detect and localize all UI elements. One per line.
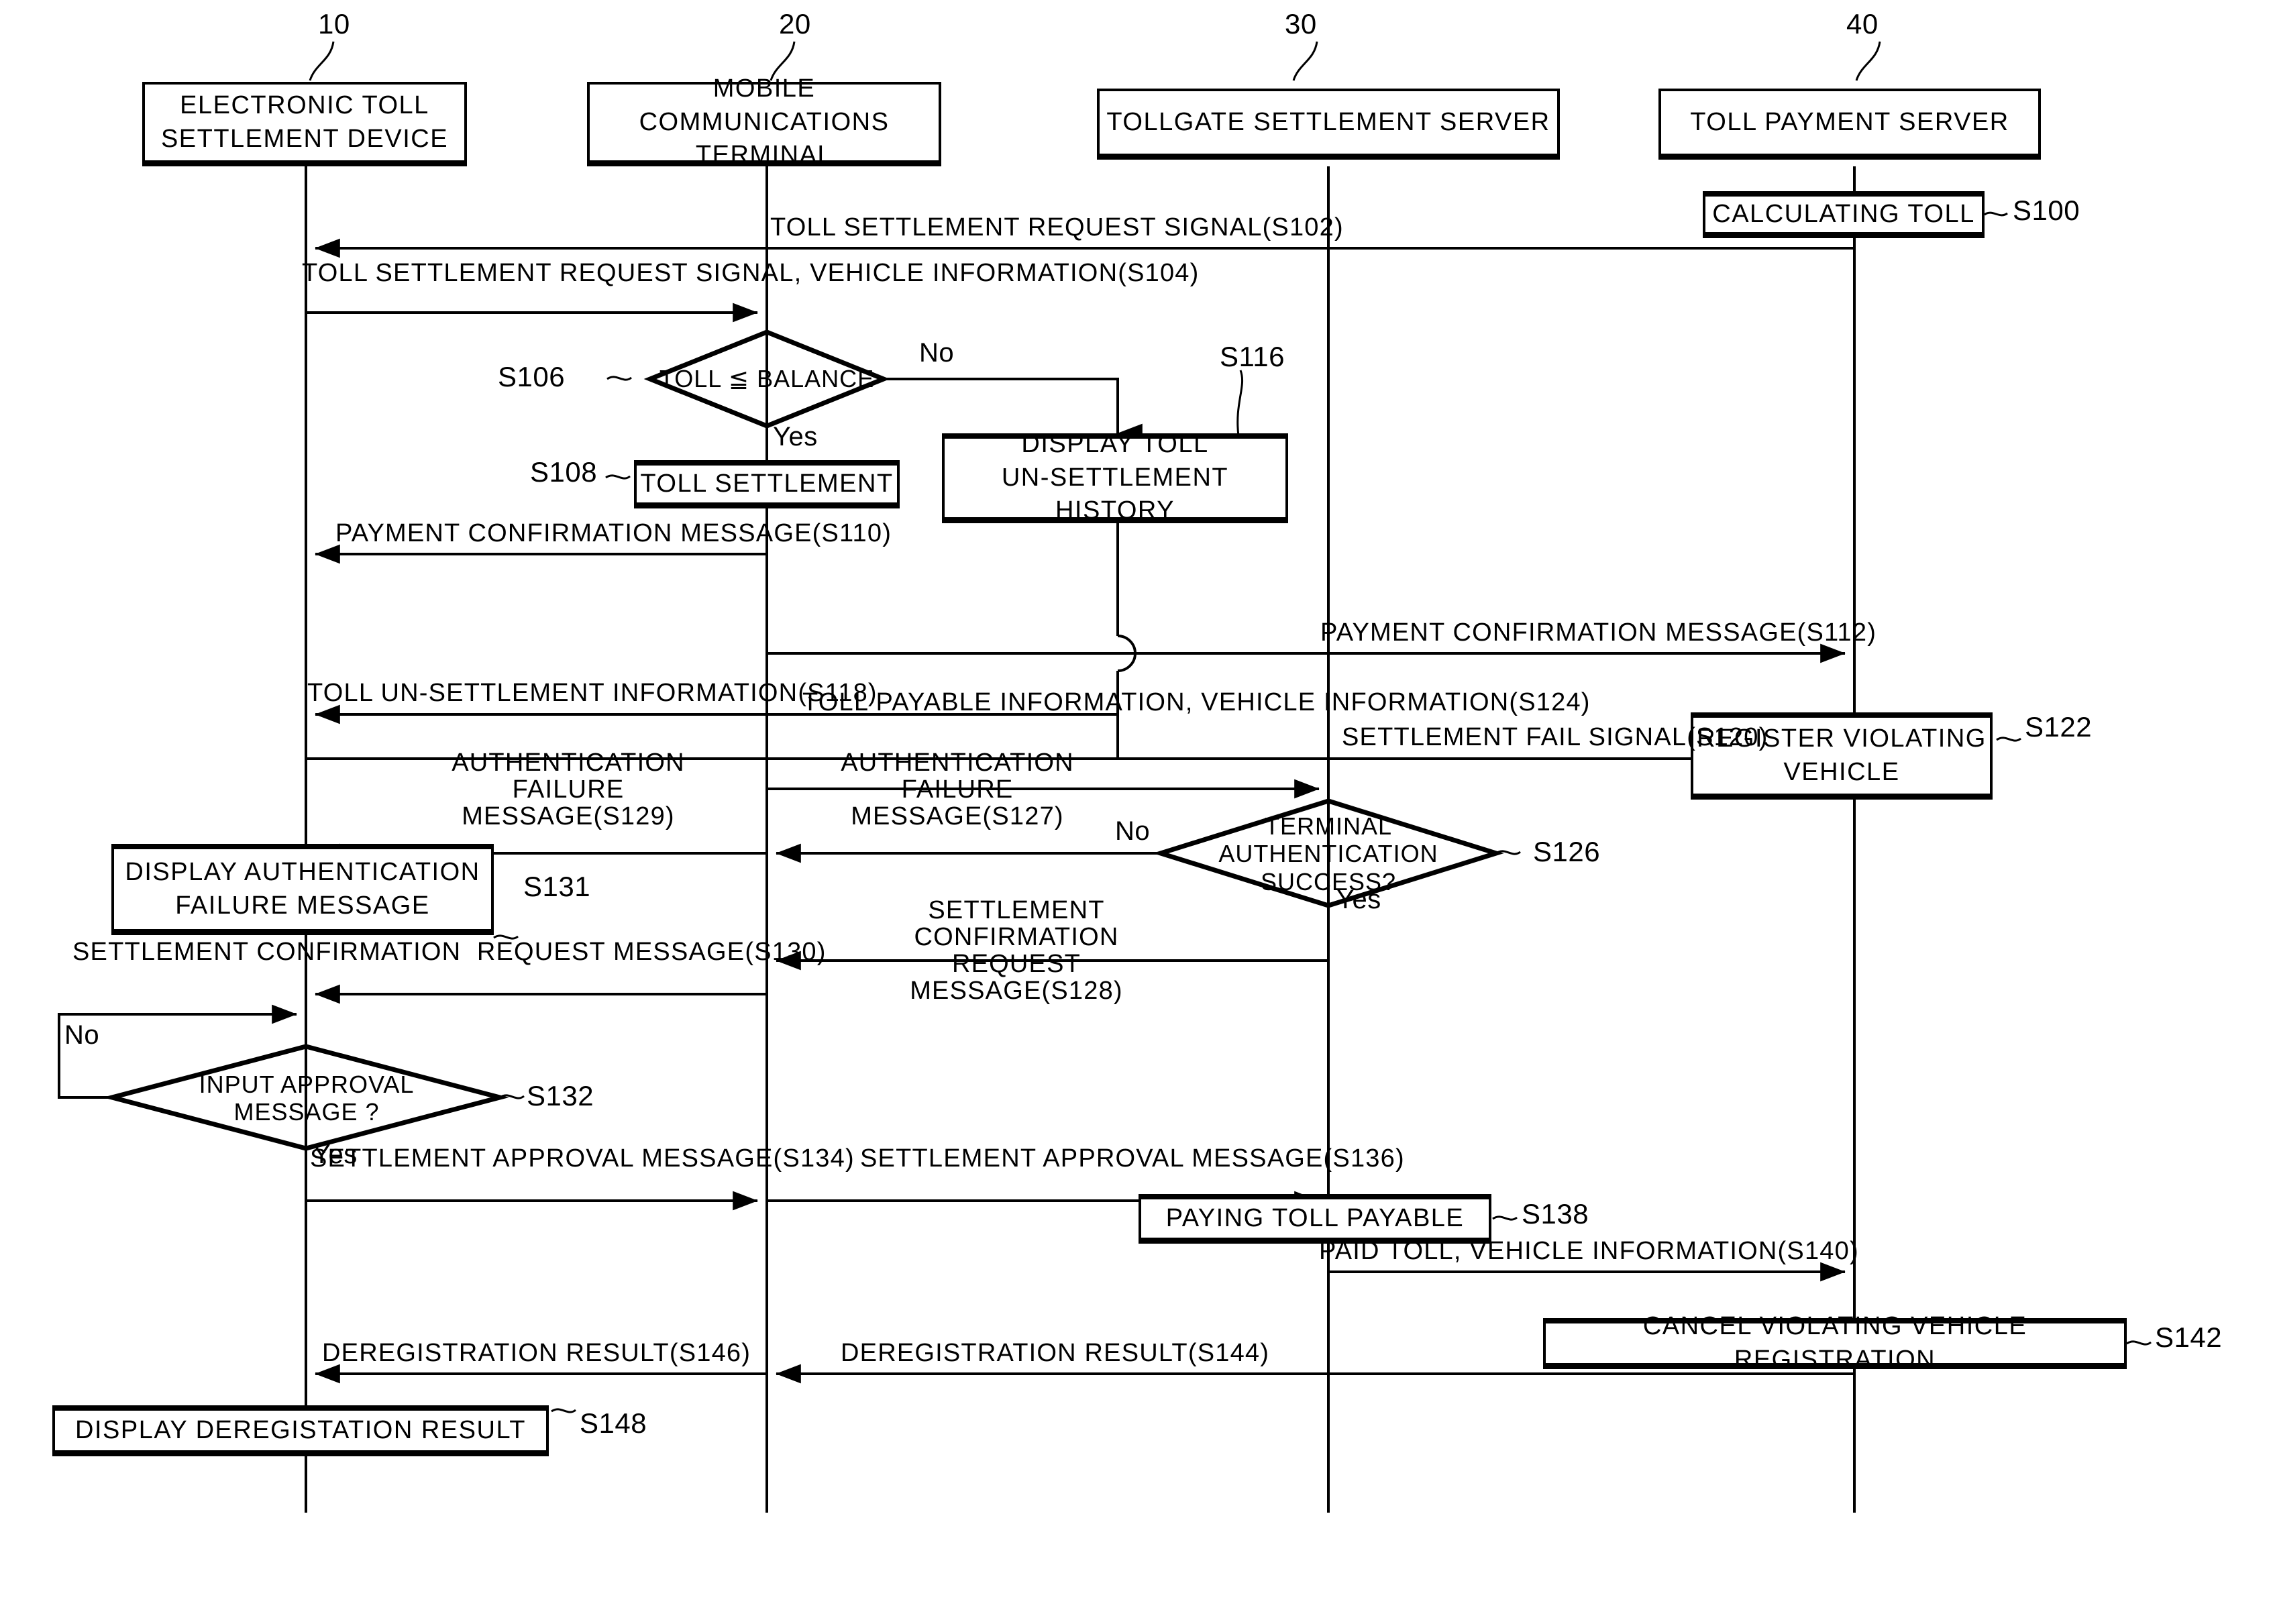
- process-box-display-toll-un-settlement-history[interactable]: DISPLAY TOLL UN-SETTLEMENT HISTORY: [942, 430, 1288, 525]
- process-box-display-authentication-failure-message[interactable]: DISPLAY AUTHENTICATION FAILURE MESSAGE: [111, 844, 494, 935]
- step-ref-s122: S122: [2025, 711, 2093, 743]
- message-label-s146: DEREGISTRATION RESULT(S146): [322, 1339, 751, 1367]
- actor-box-label: TOLLGATE SETTLEMENT SERVER: [1106, 107, 1550, 136]
- actor-box-label: TOLL PAYMENT SERVER: [1690, 107, 2009, 136]
- leader-30: [1292, 41, 1318, 81]
- message-label-s104: TOLL SETTLEMENT REQUEST SIGNAL, VEHICLE …: [302, 259, 1200, 287]
- leader-10: [309, 41, 335, 81]
- message-label-s118: TOLL UN-SETTLEMENT INFORMATION(S118): [307, 679, 878, 707]
- process-box-calculating-toll[interactable]: CALCULATING TOLL: [1703, 191, 1985, 238]
- branch-label-s132-no: No: [64, 1020, 100, 1050]
- message-label-s110: PAYMENT CONFIRMATION MESSAGE(S110): [335, 519, 892, 547]
- step-ref-s116: S116: [1220, 341, 1285, 372]
- step-ref-s106: S106: [498, 361, 566, 392]
- message-label-s124: TOLL PAYABLE INFORMATION, VEHICLE INFORM…: [802, 688, 1591, 716]
- process-box-label: DISPLAY AUTHENTICATION FAILURE MESSAGE: [125, 858, 480, 920]
- message-label-s136: SETTLEMENT APPROVAL MESSAGE(S136): [860, 1144, 1405, 1173]
- branch-label-s106-no: No: [919, 338, 955, 368]
- leader-s148: [551, 1408, 576, 1413]
- actor-ref-10: 10: [318, 8, 350, 40]
- process-box-paying-toll-payable[interactable]: PAYING TOLL PAYABLE: [1139, 1194, 1491, 1244]
- actor-ref-40: 40: [1846, 8, 1879, 40]
- step-ref-s138: S138: [1522, 1198, 1589, 1230]
- leader-s138: [1492, 1215, 1518, 1221]
- leader-40: [1855, 41, 1881, 81]
- branch-label-s106-yes: Yes: [773, 422, 818, 451]
- step-ref-s126: S126: [1533, 836, 1601, 867]
- leader-s142: [2126, 1340, 2152, 1346]
- step-ref-s148: S148: [580, 1407, 647, 1439]
- process-box-toll-settlement[interactable]: TOLL SETTLEMENT: [634, 460, 900, 508]
- message-label-s134: SETTLEMENT APPROVAL MESSAGE(S134): [310, 1144, 855, 1173]
- decision-label-s132: INPUT APPROVAL MESSAGE ?: [182, 1070, 431, 1126]
- actor-ref-20: 20: [779, 8, 811, 40]
- leader-s106: [606, 376, 632, 381]
- process-box-label: DISPLAY TOLL UN-SETTLEMENT HISTORY: [1001, 430, 1229, 525]
- actor-box-tollgate-settlement-server[interactable]: TOLLGATE SETTLEMENT SERVER: [1097, 89, 1560, 160]
- process-box-cancel-violating-vehicle-registration[interactable]: CANCEL VIOLATING VEHICLE REGISTRATION: [1543, 1312, 2127, 1374]
- message-label-s140: PAID TOLL, VEHICLE INFORMATION(S140): [1319, 1237, 1859, 1265]
- step-ref-s132: S132: [527, 1080, 594, 1112]
- message-label-s102: TOLL SETTLEMENT REQUEST SIGNAL(S102): [770, 213, 1344, 241]
- actor-box-toll-payment-server[interactable]: TOLL PAYMENT SERVER: [1658, 89, 2041, 160]
- process-box-display-deregistation-result[interactable]: DISPLAY DEREGISTATION RESULT: [52, 1405, 549, 1456]
- actor-box-label: ELECTRONIC TOLL SETTLEMENT DEVICE: [160, 91, 449, 153]
- decision-label-s106: TOLL ≦ BALANCE: [650, 357, 884, 401]
- step-ref-s108: S108: [530, 456, 598, 488]
- branch-label-s126-no: No: [1115, 816, 1151, 846]
- diagram-artwork: [58, 41, 2152, 1513]
- branch-s106-no: [884, 378, 1143, 443]
- decision-text: TERMINAL AUTHENTICATION SUCCESS?: [1218, 812, 1438, 896]
- process-box-label: TOLL SETTLEMENT: [640, 469, 894, 498]
- message-label-s129: AUTHENTICATION FAILURE MESSAGE(S129): [452, 749, 685, 830]
- leader-s122: [1996, 737, 2021, 742]
- branch-label-s126-yes: Yes: [1336, 885, 1381, 914]
- process-box-label: PAYING TOLL PAYABLE: [1165, 1203, 1465, 1232]
- process-box-label: DISPLAY DEREGISTATION RESULT: [75, 1415, 526, 1444]
- patent-figure-canvas: 10 20 30 40 ELECTRONIC TOLL SETTLEMENT D…: [0, 0, 2271, 1624]
- message-label-s144: DEREGISTRATION RESULT(S144): [841, 1339, 1270, 1367]
- leader-s100: [1984, 211, 2008, 217]
- actor-box-mobile-communications-terminal[interactable]: MOBILE COMMUNICATIONS TERMINAL: [587, 74, 941, 169]
- message-label-s130: SETTLEMENT CONFIRMATION REQUEST MESSAGE(…: [72, 938, 827, 966]
- leader-s108: [605, 474, 631, 480]
- actor-box-label: MOBILE COMMUNICATIONS TERMINAL: [639, 74, 890, 170]
- step-ref-s100: S100: [2013, 195, 2080, 226]
- leader-s116: [1236, 370, 1244, 437]
- decision-text: INPUT APPROVAL MESSAGE ?: [199, 1070, 415, 1126]
- decision-label-s126: TERMINAL AUTHENTICATION SUCCESS?: [1216, 792, 1441, 916]
- actor-box-electronic-toll-settlement-device[interactable]: ELECTRONIC TOLL SETTLEMENT DEVICE: [142, 82, 467, 166]
- process-box-label: CALCULATING TOLL: [1712, 199, 1975, 228]
- step-ref-s131: S131: [523, 871, 591, 902]
- step-ref-s142: S142: [2155, 1321, 2223, 1353]
- message-label-s120: SETTLEMENT FAIL SIGNAL(S120): [1342, 723, 1768, 751]
- message-label-s127: AUTHENTICATION FAILURE MESSAGE(S127): [841, 749, 1074, 830]
- process-box-label: CANCEL VIOLATING VEHICLE REGISTRATION: [1642, 1312, 2027, 1374]
- message-label-s112: PAYMENT CONFIRMATION MESSAGE(S112): [1320, 618, 1877, 647]
- actor-ref-30: 30: [1285, 8, 1317, 40]
- decision-text: TOLL ≦ BALANCE: [659, 365, 875, 393]
- message-label-s128: SETTLEMENT CONFIRMATION REQUEST MESSAGE(…: [910, 896, 1123, 1005]
